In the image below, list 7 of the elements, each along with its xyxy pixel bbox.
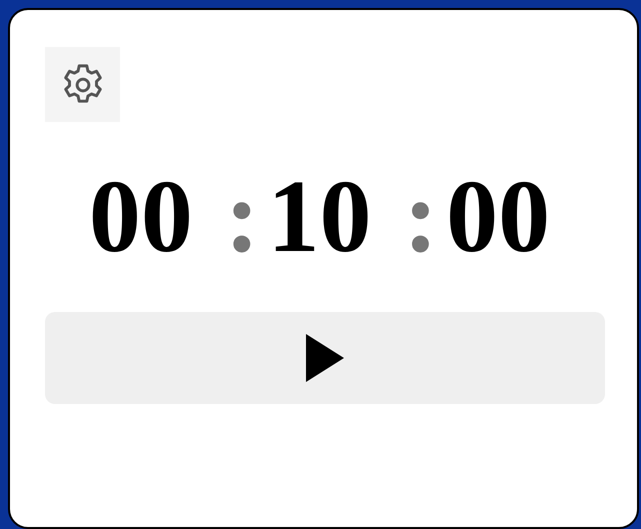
time-digits: 00 — [446, 165, 550, 269]
time-separator: : — [224, 165, 260, 269]
time-separator: : — [404, 165, 438, 269]
time-digits: 10 — [268, 165, 372, 269]
settings-button[interactable] — [45, 47, 120, 122]
play-icon — [306, 334, 344, 382]
time-digits: 00 — [88, 165, 193, 269]
